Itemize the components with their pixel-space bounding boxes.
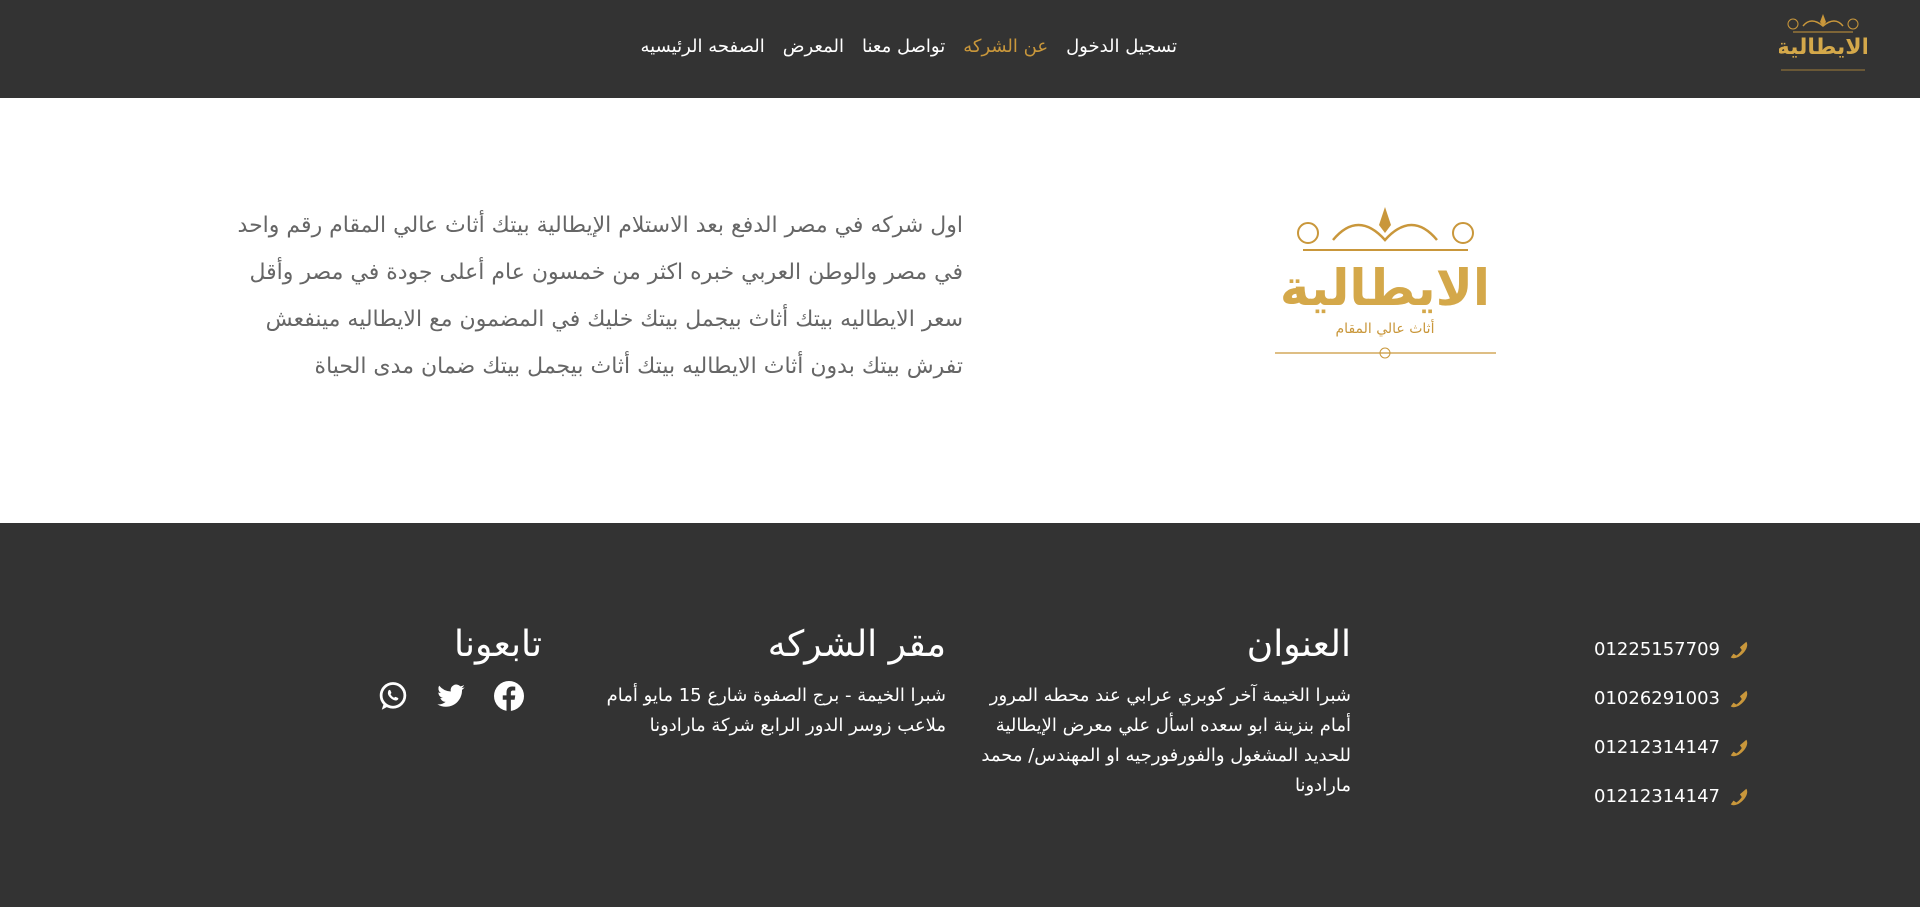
phone-icon	[1730, 739, 1748, 756]
logo-text: الايطالية	[1779, 35, 1867, 60]
address-text: شبرا الخيمة آخر كوبري عرابي عند محطه الم…	[981, 685, 1351, 796]
nav-home[interactable]: الصفحه الرئيسيه	[641, 36, 765, 57]
nav-gallery[interactable]: المعرض	[783, 36, 844, 57]
phone-number[interactable]: 01225157709	[1594, 639, 1720, 660]
twitter-icon[interactable]	[436, 681, 466, 711]
hq-title: مقر الشركه	[767, 624, 946, 665]
phone-item[interactable]: 01026291003	[1594, 674, 1750, 723]
main-nav: الصفحه الرئيسيه المعرض تواصل معنا عن الش…	[641, 36, 1177, 57]
social-links	[372, 681, 524, 711]
hq-section: مقر الشركه شبرا الخيمة - برج الصفوة شارع…	[581, 623, 946, 741]
phone-item[interactable]: 01212314147	[1594, 723, 1750, 772]
phone-number[interactable]: 01212314147	[1594, 737, 1720, 758]
footer: 01225157709 01026291003 01212314147 0121…	[0, 523, 1920, 907]
facebook-icon[interactable]	[494, 681, 524, 711]
follow-title: تابعونا	[454, 624, 542, 665]
whatsapp-icon[interactable]	[378, 681, 408, 711]
nav-contact[interactable]: تواصل معنا	[862, 36, 945, 57]
address-title: العنوان	[1246, 624, 1351, 665]
hq-text: شبرا الخيمة - برج الصفوة شارع 15 مايو أم…	[606, 685, 946, 736]
phone-number[interactable]: 01026291003	[1594, 688, 1720, 709]
phone-icon	[1730, 690, 1748, 707]
about-text: اول شركه في مصر الدفع بعد الاستلام الإيط…	[237, 213, 963, 379]
phone-item[interactable]: 01225157709	[1594, 625, 1750, 674]
address-section: العنوان شبرا الخيمة آخر كوبري عرابي عند …	[971, 623, 1351, 801]
nav-login[interactable]: تسجيل الدخول	[1066, 36, 1177, 57]
phone-icon	[1730, 788, 1748, 805]
logo-text-big: الايطالية	[1280, 259, 1490, 317]
header: الايطالية الصفحه الرئيسيه المعرض تواصل م…	[0, 0, 1920, 98]
phone-icon	[1730, 641, 1748, 658]
nav-about[interactable]: عن الشركه	[963, 36, 1048, 57]
company-logo: الايطالية أثاث عالي المقام	[1275, 207, 1496, 359]
logo[interactable]: الايطالية	[1779, 12, 1867, 76]
phone-list: 01225157709 01026291003 01212314147 0121…	[1594, 625, 1750, 821]
follow-section: تابعونا	[372, 623, 542, 711]
phone-number[interactable]: 01212314147	[1594, 786, 1720, 807]
logo-tagline: أثاث عالي المقام	[1336, 319, 1435, 337]
phone-item[interactable]: 01212314147	[1594, 772, 1750, 821]
